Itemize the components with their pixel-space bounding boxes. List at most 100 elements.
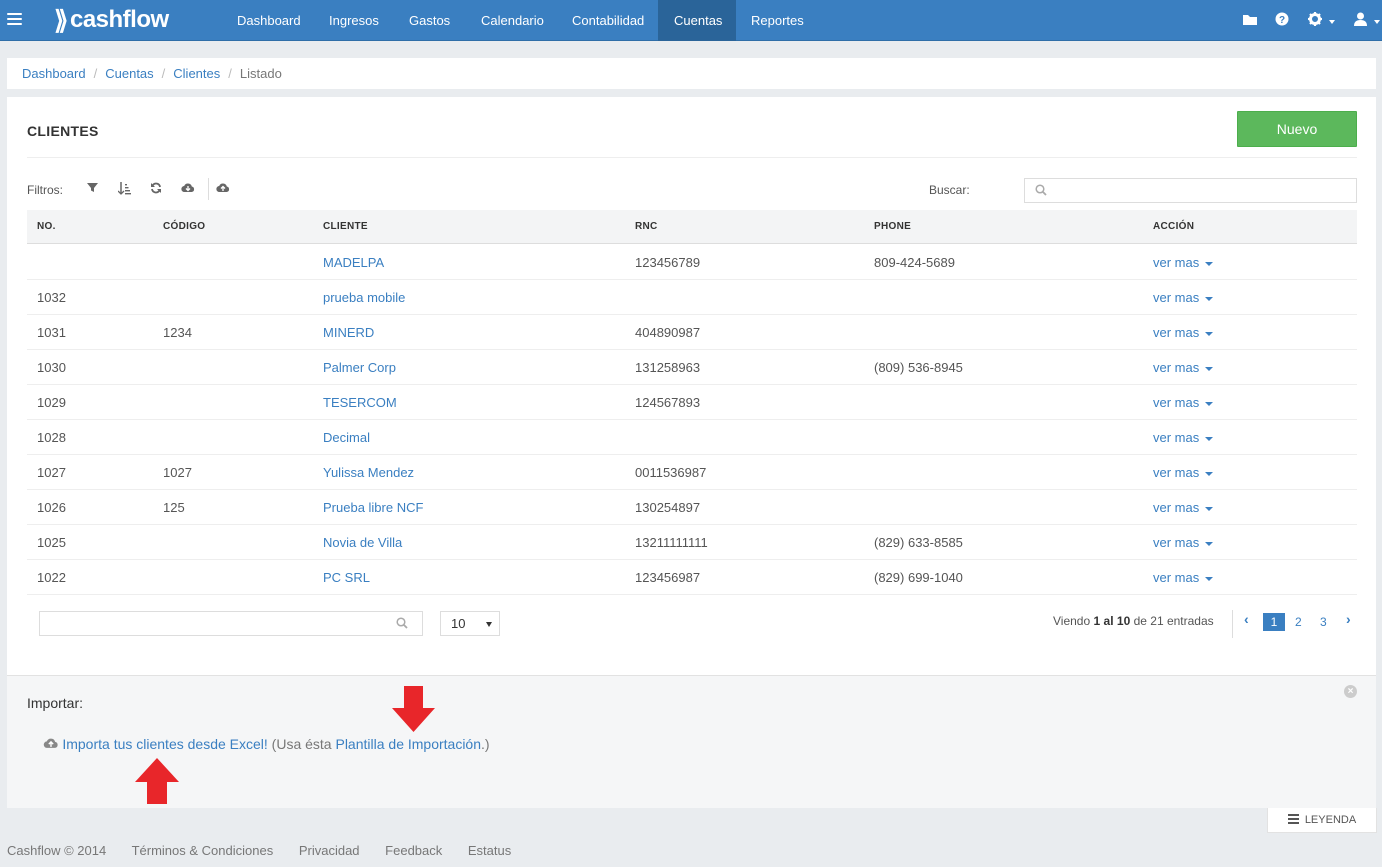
user-icon[interactable]: [1354, 12, 1380, 29]
nav-cuentas[interactable]: Cuentas: [658, 0, 736, 41]
cell-cliente-link[interactable]: Decimal: [323, 430, 370, 445]
nav-reportes[interactable]: Reportes: [735, 0, 820, 41]
cell-cliente-link[interactable]: MADELPA: [323, 255, 384, 270]
footer-status-link[interactable]: Estatus: [468, 843, 511, 858]
new-client-button[interactable]: Nuevo: [1237, 111, 1357, 147]
filter-icon[interactable]: [87, 182, 98, 196]
cell-cliente-link[interactable]: Yulissa Mendez: [323, 465, 414, 480]
sort-icon[interactable]: [117, 182, 131, 198]
cell-cliente-link[interactable]: PC SRL: [323, 570, 370, 585]
column-header-phone[interactable]: PHONE: [874, 221, 911, 232]
import-end-text: .): [481, 736, 490, 752]
cell-cliente-link[interactable]: Palmer Corp: [323, 360, 396, 375]
import-excel-link[interactable]: Importa tus clientes desde Excel!: [62, 736, 267, 752]
cell-cliente-link[interactable]: MINERD: [323, 325, 374, 340]
table-row: 1022 PC SRL 123456987 (829) 699-1040 ver mas: [27, 560, 1357, 595]
cloud-download-icon[interactable]: [181, 182, 195, 196]
cell-cliente-link[interactable]: Prueba libre NCF: [323, 500, 423, 515]
column-header-accion: ACCIÓN: [1153, 221, 1195, 232]
ver-mas-dropdown[interactable]: ver mas: [1153, 465, 1214, 480]
column-header-rnc[interactable]: RNC: [635, 221, 658, 232]
nav-calendario[interactable]: Calendario: [465, 0, 560, 41]
ver-mas-dropdown[interactable]: ver mas: [1153, 325, 1214, 340]
ver-mas-dropdown[interactable]: ver mas: [1153, 535, 1214, 550]
cell-cliente-link[interactable]: TESERCOM: [323, 395, 397, 410]
footer-privacy-link[interactable]: Privacidad: [299, 843, 360, 858]
menu-icon[interactable]: [7, 13, 22, 27]
nav-ingresos[interactable]: Ingresos: [313, 0, 395, 41]
chevron-down-icon: [1328, 20, 1335, 25]
nav-contabilidad[interactable]: Contabilidad: [556, 0, 660, 41]
next-page-icon[interactable]: ›: [1346, 611, 1351, 627]
refresh-icon[interactable]: [150, 182, 162, 197]
ver-mas-label: ver mas: [1153, 570, 1200, 585]
nav-dashboard[interactable]: Dashboard: [221, 0, 317, 41]
import-instructions: Importa tus clientes desde Excel! (Usa é…: [43, 736, 490, 752]
pagination-separator: [1232, 610, 1233, 638]
chevron-down-icon: [1205, 436, 1214, 441]
annotation-up-arrow-icon: [135, 758, 179, 804]
footer-feedback-link[interactable]: Feedback: [385, 843, 442, 858]
cell-codigo: 1234: [163, 325, 192, 340]
table-search-input[interactable]: [39, 611, 423, 636]
prev-page-icon[interactable]: ‹: [1244, 611, 1249, 627]
ver-mas-label: ver mas: [1153, 465, 1200, 480]
legend-button[interactable]: LEYENDA: [1267, 808, 1377, 833]
ver-mas-dropdown[interactable]: ver mas: [1153, 395, 1214, 410]
pagination-info-prefix: Viendo: [1053, 614, 1091, 628]
search-label: Buscar:: [929, 183, 970, 197]
gear-icon[interactable]: [1308, 12, 1335, 29]
cell-cliente-link[interactable]: Novia de Villa: [323, 535, 402, 550]
ver-mas-dropdown[interactable]: ver mas: [1153, 290, 1214, 305]
column-header-codigo[interactable]: CÓDIGO: [163, 221, 205, 232]
search-input[interactable]: [1024, 178, 1357, 203]
page-title: CLIENTES: [27, 123, 99, 139]
page-button-3[interactable]: 3: [1320, 615, 1327, 629]
brand-logo[interactable]: ⟫ cashflow: [54, 5, 169, 35]
footer-copyright: Cashflow © 2014: [7, 843, 107, 858]
cell-codigo: 125: [163, 500, 185, 515]
table-row: 1027 1027 Yulissa Mendez 0011536987 ver mas: [27, 455, 1357, 490]
column-header-cliente[interactable]: CLIENTE: [323, 221, 368, 232]
ver-mas-label: ver mas: [1153, 395, 1200, 410]
per-page-value: 10: [451, 616, 466, 631]
column-header-no[interactable]: NO.: [37, 221, 56, 232]
breadcrumb-separator: /: [228, 66, 232, 81]
close-icon[interactable]: ×: [1344, 685, 1357, 698]
page-button-1[interactable]: 1: [1263, 613, 1285, 631]
cell-no: 1030: [37, 360, 66, 375]
pagination-from: 1: [1093, 614, 1101, 628]
ver-mas-dropdown[interactable]: ver mas: [1153, 570, 1214, 585]
nav-gastos[interactable]: Gastos: [393, 0, 466, 41]
cell-no: 1027: [37, 465, 66, 480]
breadcrumb-clientes[interactable]: Clientes: [173, 66, 220, 81]
ver-mas-dropdown[interactable]: ver mas: [1153, 255, 1214, 270]
folder-icon[interactable]: [1242, 12, 1259, 29]
chevron-down-icon: [1205, 541, 1214, 546]
breadcrumb-cuentas[interactable]: Cuentas: [105, 66, 153, 81]
cloud-upload-icon[interactable]: [216, 182, 230, 196]
breadcrumb-dashboard[interactable]: Dashboard: [22, 66, 86, 81]
ver-mas-dropdown[interactable]: ver mas: [1153, 360, 1214, 375]
cell-phone: (829) 633-8585: [874, 535, 963, 550]
ver-mas-label: ver mas: [1153, 255, 1200, 270]
brand-name: cashflow: [69, 6, 169, 33]
per-page-select[interactable]: 10: [440, 611, 500, 636]
cell-cliente-link[interactable]: prueba mobile: [323, 290, 405, 305]
cell-no: 1031: [37, 325, 66, 340]
footer-terms-link[interactable]: Términos & Condiciones: [132, 843, 274, 858]
table-row: 1031 1234 MINERD 404890987 ver mas: [27, 315, 1357, 350]
ver-mas-dropdown[interactable]: ver mas: [1153, 430, 1214, 445]
import-middle-text: (Usa ésta: [267, 736, 336, 752]
cell-no: 1029: [37, 395, 66, 410]
page-button-2[interactable]: 2: [1295, 615, 1302, 629]
import-template-link[interactable]: Plantilla de Importación: [335, 736, 481, 752]
cell-no: 1025: [37, 535, 66, 550]
help-icon[interactable]: ?: [1275, 12, 1289, 29]
breadcrumb: Dashboard / Cuentas / Clientes / Listado: [7, 58, 1376, 89]
import-title: Importar:: [27, 695, 84, 711]
cell-rnc: 131258963: [635, 360, 701, 375]
chevron-down-icon: [1205, 296, 1214, 301]
ver-mas-dropdown[interactable]: ver mas: [1153, 500, 1214, 515]
legend-label: LEYENDA: [1304, 814, 1357, 826]
